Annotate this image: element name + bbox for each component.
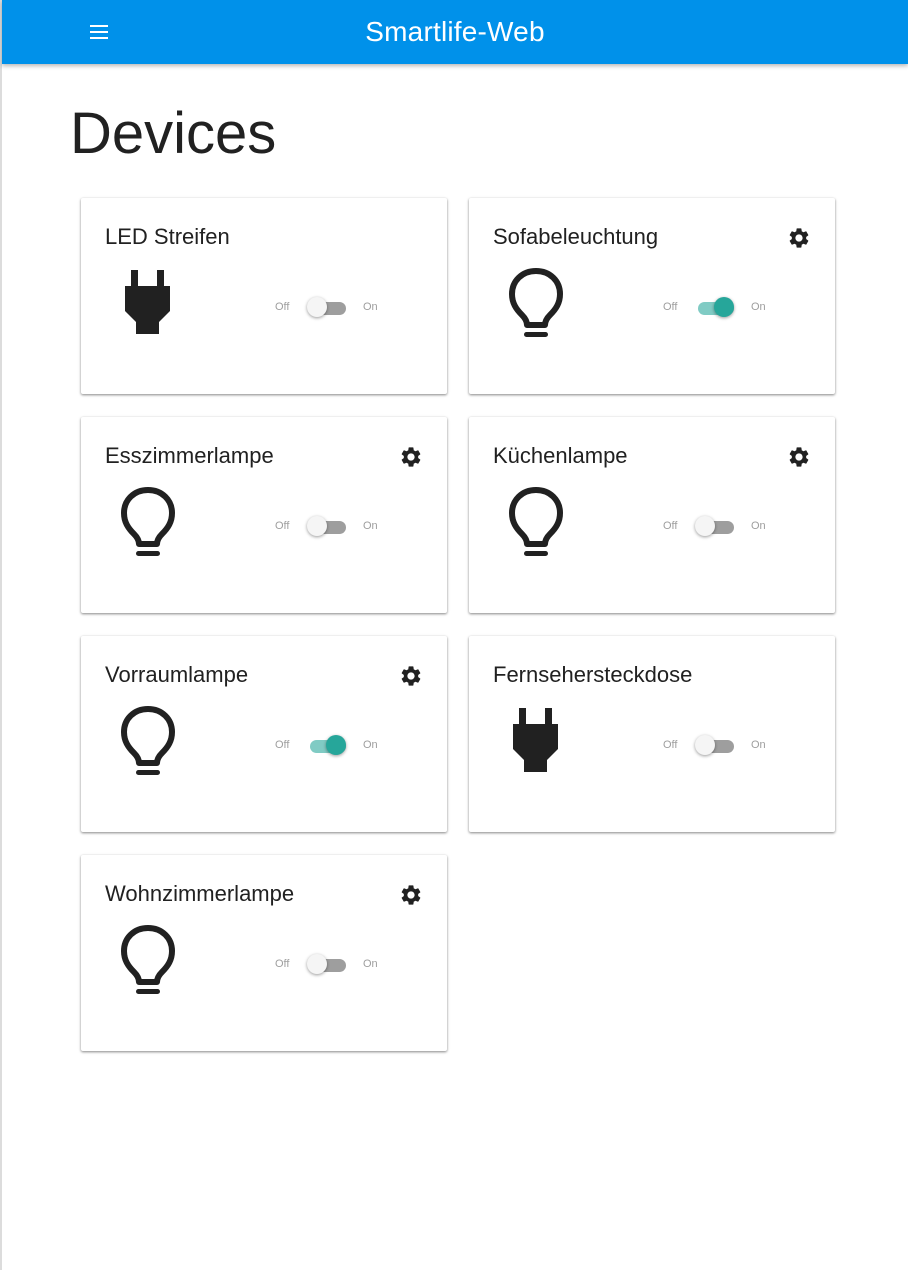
toggle-off-label: Off	[663, 739, 678, 751]
window-edge	[0, 0, 2, 1270]
power-switch[interactable]	[695, 296, 739, 320]
settings-button[interactable]	[399, 883, 423, 907]
toggle-off-label: Off	[663, 520, 678, 532]
plug-icon	[119, 266, 177, 342]
settings-button[interactable]	[399, 445, 423, 469]
device-card-0: LED Streifen Off On	[81, 198, 447, 394]
lightbulb-icon	[119, 485, 177, 561]
gear-icon	[401, 447, 421, 467]
switch-thumb	[326, 735, 346, 755]
power-toggle-row: Off On	[261, 953, 391, 977]
power-switch[interactable]	[307, 296, 351, 320]
power-toggle-row: Off On	[261, 734, 391, 758]
device-name: Esszimmerlampe	[105, 443, 274, 468]
power-switch[interactable]	[307, 734, 351, 758]
power-switch[interactable]	[307, 953, 351, 977]
gear-icon	[401, 885, 421, 905]
lightbulb-icon	[507, 266, 565, 342]
device-card-5: Fernsehersteckdose Off On	[469, 636, 835, 832]
device-card-3: Küchenlampe Off On	[469, 417, 835, 613]
toggle-off-label: Off	[275, 520, 290, 532]
switch-thumb	[307, 954, 327, 974]
toggle-on-label: On	[751, 520, 766, 532]
gear-icon	[789, 228, 809, 248]
switch-thumb	[714, 297, 734, 317]
device-card-1: Sofabeleuchtung Off On	[469, 198, 835, 394]
device-name: Sofabeleuchtung	[493, 224, 659, 249]
settings-button[interactable]	[787, 226, 811, 250]
device-name: Vorraumlampe	[105, 662, 249, 687]
toggle-on-label: On	[751, 739, 766, 751]
gear-icon	[401, 666, 421, 686]
device-card-6: Wohnzimmerlampe Off On	[81, 855, 447, 1051]
lightbulb-icon	[119, 923, 177, 999]
device-name: Wohnzimmerlampe	[105, 881, 295, 906]
page-title: Devices	[70, 101, 277, 166]
toggle-on-label: On	[363, 739, 378, 751]
settings-button[interactable]	[399, 664, 423, 688]
power-toggle-row: Off On	[261, 515, 391, 539]
gear-icon	[789, 447, 809, 467]
settings-button[interactable]	[787, 445, 811, 469]
switch-thumb	[695, 516, 715, 536]
lightbulb-icon	[507, 485, 565, 561]
app-bar: Smartlife-Web	[2, 0, 908, 64]
app-title: Smartlife-Web	[365, 16, 545, 47]
switch-thumb	[307, 516, 327, 536]
device-card-4: Vorraumlampe Off On	[81, 636, 447, 832]
device-name: Fernsehersteckdose	[493, 662, 693, 687]
toggle-off-label: Off	[275, 301, 290, 313]
switch-thumb	[307, 297, 327, 317]
toggle-off-label: Off	[663, 301, 678, 313]
switch-thumb	[695, 735, 715, 755]
power-toggle-row: Off On	[649, 296, 779, 320]
device-name: Küchenlampe	[493, 443, 628, 468]
toggle-on-label: On	[363, 301, 378, 313]
toggle-on-label: On	[363, 520, 378, 532]
device-card-2: Esszimmerlampe Off On	[81, 417, 447, 613]
device-name: LED Streifen	[105, 224, 230, 249]
lightbulb-icon	[119, 704, 177, 780]
toggle-on-label: On	[363, 958, 378, 970]
power-toggle-row: Off On	[649, 734, 779, 758]
power-toggle-row: Off On	[649, 515, 779, 539]
plug-icon	[507, 704, 565, 780]
power-switch[interactable]	[695, 515, 739, 539]
power-toggle-row: Off On	[261, 296, 391, 320]
power-switch[interactable]	[307, 515, 351, 539]
toggle-off-label: Off	[275, 958, 290, 970]
power-switch[interactable]	[695, 734, 739, 758]
toggle-on-label: On	[751, 301, 766, 313]
toggle-off-label: Off	[275, 739, 290, 751]
